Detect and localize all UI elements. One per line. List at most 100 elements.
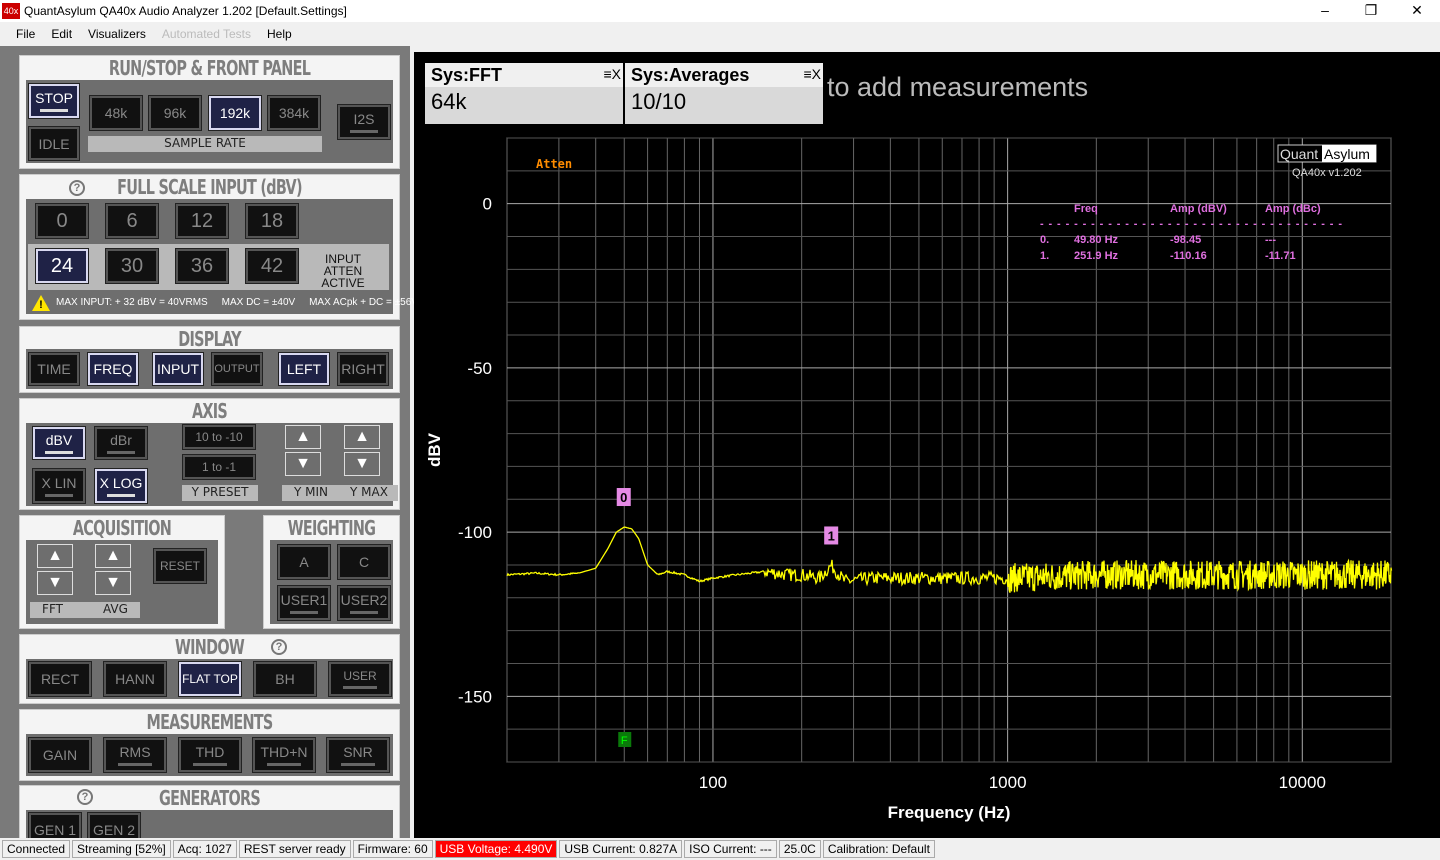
avg-up-arrow[interactable]: ▲ bbox=[95, 544, 131, 568]
time-button[interactable]: TIME bbox=[28, 352, 80, 386]
dbv-button[interactable]: dBV bbox=[32, 426, 86, 460]
menu-file[interactable]: File bbox=[16, 27, 35, 41]
rate-192k-button[interactable]: 192k bbox=[208, 95, 262, 131]
status-temperature: 25.0C bbox=[778, 840, 821, 858]
left-channel-button[interactable]: LEFT bbox=[278, 352, 330, 386]
ymin-down-arrow[interactable]: ▼ bbox=[285, 452, 321, 476]
menu-help[interactable]: Help bbox=[267, 27, 292, 41]
status-connected: Connected bbox=[2, 840, 71, 858]
flat-top-window-button[interactable]: FLAT TOP bbox=[178, 661, 242, 697]
fft-up-arrow[interactable]: ▲ bbox=[37, 544, 73, 568]
ymax-up-arrow[interactable]: ▲ bbox=[344, 425, 380, 449]
fsi-24-button[interactable]: 24 bbox=[35, 248, 89, 284]
measurement-tile-fft[interactable]: Sys:FFT ≡X 64k bbox=[425, 63, 623, 124]
fsi-12-button[interactable]: 12 bbox=[175, 203, 229, 239]
preset-10-button[interactable]: 10 to -10 bbox=[182, 424, 256, 450]
fft-label: FFT bbox=[42, 602, 63, 616]
measurements-panel: MEASUREMENTS GAIN RMS THD THD+N SNR bbox=[19, 709, 400, 781]
measurement-tile-averages[interactable]: Sys:Averages ≡X 10/10 bbox=[625, 63, 823, 124]
weight-a-button[interactable]: A bbox=[277, 544, 331, 580]
rect-window-button[interactable]: RECT bbox=[28, 661, 92, 697]
i2s-label: I2S bbox=[353, 111, 375, 127]
output-button[interactable]: OUTPUT bbox=[211, 352, 263, 386]
ymax-down-arrow[interactable]: ▼ bbox=[344, 452, 380, 476]
panel-title: WINDOW bbox=[174, 635, 245, 659]
idle-button[interactable]: IDLE bbox=[28, 126, 80, 161]
panel-title: AXIS bbox=[191, 399, 228, 423]
run-stop-panel: RUN/STOP & FRONT PANEL STOP IDLE 48k 96k… bbox=[19, 55, 400, 169]
panel-title: WEIGHTING bbox=[287, 516, 376, 540]
hann-window-button[interactable]: HANN bbox=[103, 661, 167, 697]
help-icon[interactable]: ? bbox=[271, 639, 287, 655]
xlog-label: X LOG bbox=[99, 475, 143, 491]
input-atten-active-label: INPUT ATTEN ACTIVE bbox=[321, 252, 365, 290]
user-window-button[interactable]: USER bbox=[328, 661, 392, 697]
fsi-18-button[interactable]: 18 bbox=[245, 203, 299, 239]
i2s-button[interactable]: I2S bbox=[337, 104, 391, 140]
plot-area: Sys:FFT ≡X 64k Sys:Averages ≡X 10/10 to … bbox=[414, 52, 1440, 838]
freq-button[interactable]: FREQ bbox=[87, 352, 139, 386]
thd-label: THD bbox=[195, 744, 225, 760]
fft-down-arrow[interactable]: ▼ bbox=[37, 571, 73, 595]
title-bar: 40x QuantAsylum QA40x Audio Analyzer 1.2… bbox=[0, 0, 1440, 22]
xlin-label: X LIN bbox=[41, 475, 77, 491]
thd-button[interactable]: THD bbox=[178, 737, 242, 773]
reset-button[interactable]: RESET bbox=[153, 548, 207, 584]
avg-label: AVG bbox=[102, 602, 128, 616]
fsi-6-button[interactable]: 6 bbox=[105, 203, 159, 239]
y-min-label: Y MIN bbox=[282, 485, 340, 501]
status-firmware: Firmware: 60 bbox=[352, 840, 433, 858]
right-channel-button[interactable]: RIGHT bbox=[337, 352, 389, 386]
y-max-label: Y MAX bbox=[340, 485, 398, 501]
status-streaming: Streaming [52%] bbox=[72, 840, 171, 858]
snr-button[interactable]: SNR bbox=[326, 737, 390, 773]
display-panel: DISPLAY TIME FREQ INPUT OUTPUT LEFT RIGH… bbox=[19, 326, 400, 393]
fsi-0-button[interactable]: 0 bbox=[35, 203, 89, 239]
status-iso-current: ISO Current: --- bbox=[684, 840, 777, 858]
xlog-button[interactable]: X LOG bbox=[94, 468, 148, 504]
fsi-30-button[interactable]: 30 bbox=[105, 248, 159, 284]
rate-96k-button[interactable]: 96k bbox=[148, 95, 202, 131]
status-usb-voltage: USB Voltage: 4.490V bbox=[434, 840, 558, 858]
ymin-up-arrow[interactable]: ▲ bbox=[285, 425, 321, 449]
rate-384k-button[interactable]: 384k bbox=[267, 95, 321, 131]
input-button[interactable]: INPUT bbox=[152, 352, 204, 386]
close-button[interactable]: ✕ bbox=[1394, 0, 1440, 22]
dbv-label: dBV bbox=[45, 432, 73, 448]
minimize-button[interactable]: – bbox=[1302, 0, 1348, 22]
fsi-42-button[interactable]: 42 bbox=[245, 248, 299, 284]
window-title: QuantAsylum QA40x Audio Analyzer 1.202 [… bbox=[24, 4, 347, 18]
fsi-36-button[interactable]: 36 bbox=[175, 248, 229, 284]
rms-button[interactable]: RMS bbox=[103, 737, 167, 773]
tile-close-button[interactable]: ≡X bbox=[603, 66, 621, 82]
menu-edit[interactable]: Edit bbox=[51, 27, 72, 41]
panel-title: ACQUISITION bbox=[72, 516, 172, 540]
add-measurements-hint: to add measurements bbox=[827, 72, 1089, 102]
avg-down-arrow[interactable]: ▼ bbox=[95, 571, 131, 595]
restore-button[interactable]: ❐ bbox=[1348, 0, 1394, 22]
user2-label: USER2 bbox=[340, 592, 388, 608]
xlin-button[interactable]: X LIN bbox=[32, 468, 86, 504]
panel-title: RUN/STOP & FRONT PANEL bbox=[108, 56, 311, 80]
user1-button[interactable]: USER1 bbox=[277, 585, 331, 621]
status-usb-current: USB Current: 0.827A bbox=[559, 840, 683, 858]
warning-icon: ! bbox=[32, 295, 50, 311]
panel-title: GENERATORS bbox=[158, 786, 261, 810]
rate-48k-button[interactable]: 48k bbox=[89, 95, 143, 131]
snr-label: SNR bbox=[343, 744, 373, 760]
weight-c-button[interactable]: C bbox=[337, 544, 391, 580]
fft-avg-labels: FFT AVG bbox=[30, 602, 140, 618]
bh-window-button[interactable]: BH bbox=[253, 661, 317, 697]
user2-button[interactable]: USER2 bbox=[337, 585, 391, 621]
menu-visualizers[interactable]: Visualizers bbox=[88, 27, 146, 41]
front-panel: RUN/STOP & FRONT PANEL STOP IDLE 48k 96k… bbox=[0, 46, 418, 850]
generators-panel: ? GENERATORS GEN 1 GEN 2 bbox=[19, 785, 400, 850]
stop-button[interactable]: STOP bbox=[28, 83, 80, 119]
tile-name: Sys:Averages bbox=[625, 63, 823, 87]
dbr-button[interactable]: dBr bbox=[94, 426, 148, 460]
preset-1-button[interactable]: 1 to -1 bbox=[182, 454, 256, 480]
tile-close-button[interactable]: ≡X bbox=[803, 66, 821, 82]
gain-button[interactable]: GAIN bbox=[28, 737, 92, 773]
y-preset-label: Y PRESET bbox=[182, 485, 258, 501]
thdn-button[interactable]: THD+N bbox=[252, 737, 316, 773]
